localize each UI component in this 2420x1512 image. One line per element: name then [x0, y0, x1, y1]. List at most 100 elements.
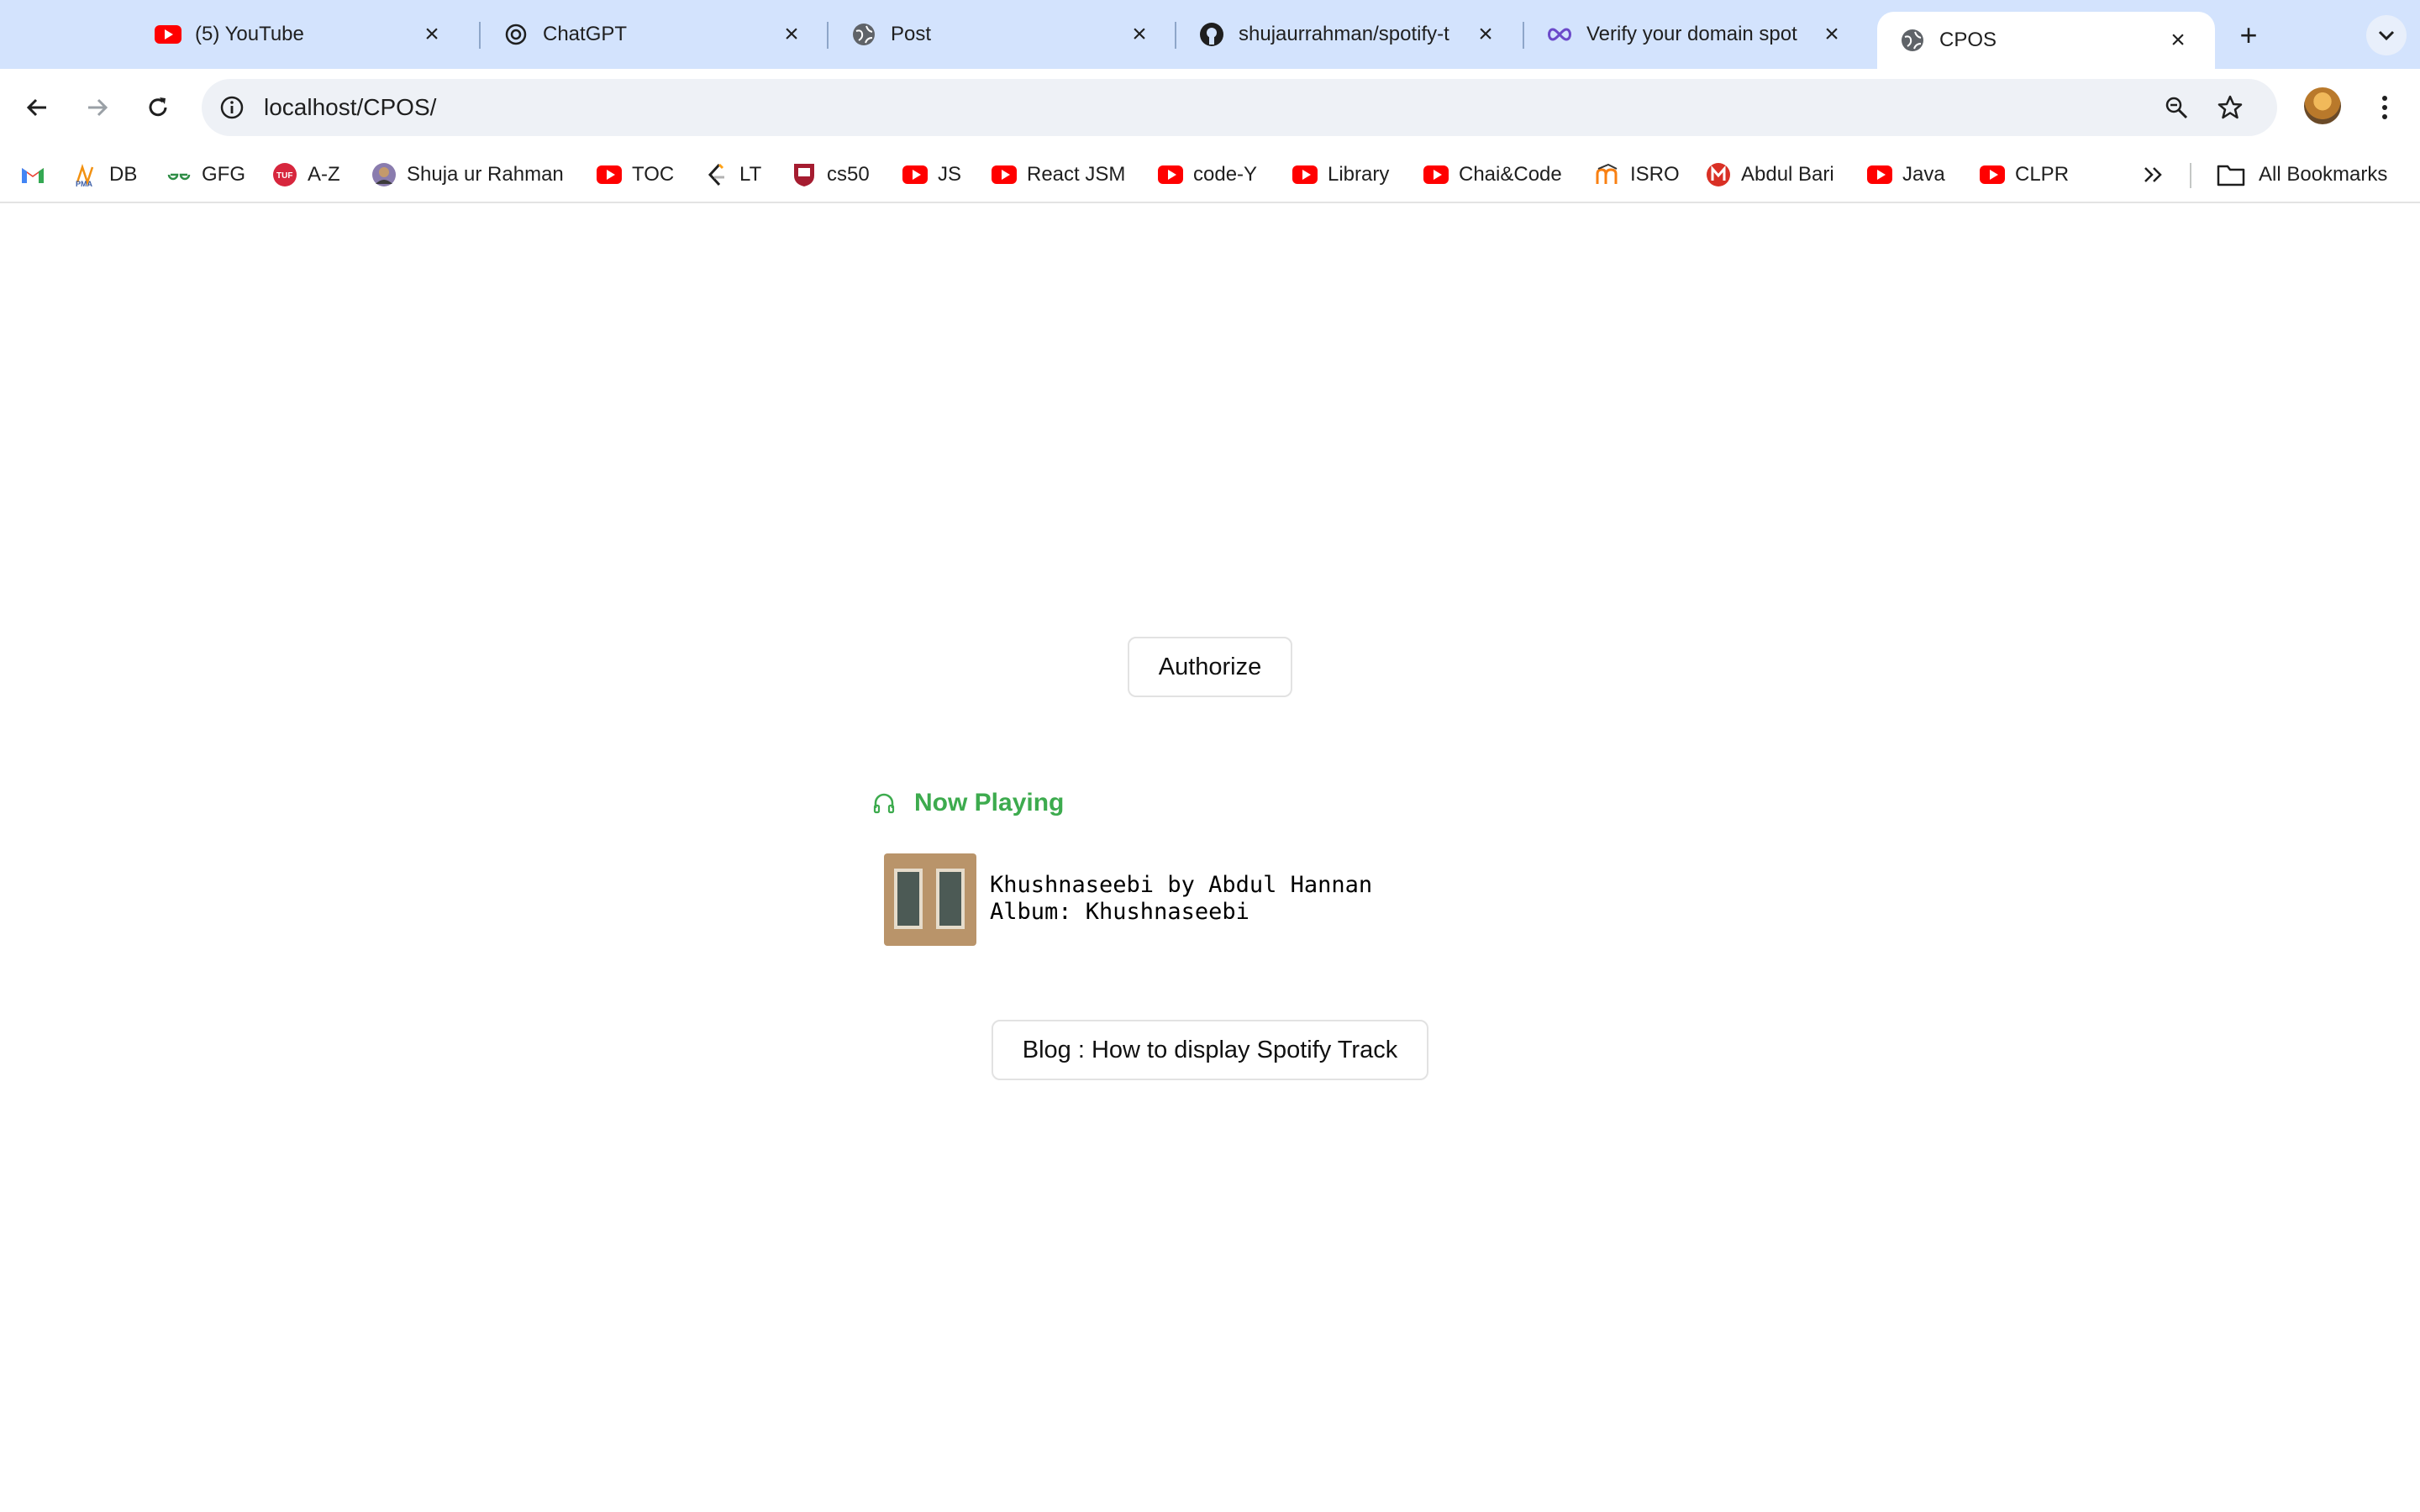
bookmark-react-jsm[interactable]: React JSM [992, 156, 1125, 193]
profile-avatar[interactable] [2304, 87, 2341, 124]
svg-text:TUF: TUF [276, 171, 292, 181]
chatgpt-icon [502, 21, 529, 48]
svg-text:PMA: PMA [76, 180, 93, 187]
album-art-window [894, 869, 923, 929]
tab-strip: (5) YouTube × ChatGPT × Post × shujaurra… [0, 0, 2420, 69]
bookmark-a-z[interactable]: TUF A-Z [272, 156, 340, 193]
authorize-button[interactable]: Authorize [1128, 637, 1292, 697]
zoom-icon[interactable] [2160, 91, 2193, 124]
infinity-icon [1546, 21, 1573, 48]
tab-verify-domain[interactable]: Verify your domain spot × [1524, 10, 1869, 59]
close-icon[interactable]: × [776, 19, 807, 50]
new-tab-button[interactable]: + [2230, 17, 2267, 54]
bookmark-java[interactable]: Java [1867, 156, 1945, 193]
close-icon[interactable]: × [1124, 19, 1155, 50]
bookmark-label: JS [938, 163, 962, 186]
bookmark-shuja-ur-rahman[interactable]: Shuja ur Rahman [371, 156, 564, 193]
reload-button[interactable] [136, 86, 180, 129]
all-bookmarks-button[interactable]: All Bookmarks [2217, 156, 2387, 193]
bookmark-label: A-Z [308, 163, 340, 186]
bookmark-label: Library [1328, 163, 1390, 186]
track-title-artist: Khushnaseebi by Abdul Hannan [990, 872, 1373, 898]
close-icon[interactable]: × [417, 19, 447, 50]
chevron-down-icon [2378, 30, 2395, 41]
back-button[interactable] [15, 86, 59, 129]
bookmark-isro[interactable]: ISRO [1595, 156, 1680, 193]
youtube-icon [1423, 162, 1449, 187]
tab-chatgpt[interactable]: ChatGPT × [481, 10, 829, 59]
site-info-icon[interactable] [215, 91, 249, 124]
bari-icon [1706, 162, 1731, 187]
bookmark-label: DB [109, 163, 138, 186]
more-bookmarks-button[interactable] [2134, 156, 2171, 193]
browser-toolbar [0, 69, 2420, 146]
bookmark-js[interactable]: JS [902, 156, 961, 193]
bookmark-label: Abdul Bari [1741, 163, 1834, 186]
track-album: Album: Khushnaseebi [990, 899, 1249, 925]
bookmark-label: code-Y [1193, 163, 1258, 186]
tab-cpos[interactable]: CPOS × [1877, 12, 2215, 69]
url-input[interactable] [264, 79, 1776, 136]
tab-youtube[interactable]: (5) YouTube × [133, 10, 469, 59]
bookmark-label: TOC [632, 163, 675, 186]
bookmark-cs50[interactable]: cs50 [792, 156, 870, 193]
youtube-icon [902, 162, 928, 187]
bookmark-abdul-bari[interactable]: Abdul Bari [1706, 156, 1834, 193]
pma-icon: PMA [74, 162, 99, 187]
bookmark-label: Shuja ur Rahman [407, 163, 564, 186]
avatar-icon [371, 162, 397, 187]
bookmark-chai-and-code[interactable]: Chai&Code [1423, 156, 1562, 193]
youtube-icon [1158, 162, 1183, 187]
browser-menu-button[interactable] [2365, 86, 2405, 129]
bookmark-label: cs50 [827, 163, 870, 186]
bookmark-toc[interactable]: TOC [597, 156, 674, 193]
bookmark-label: GFG [202, 163, 245, 186]
bookmark-label: Java [1902, 163, 1945, 186]
bookmark-lt[interactable]: LT [704, 156, 761, 193]
folder-icon [2217, 162, 2245, 187]
harvard-icon [792, 162, 817, 187]
close-icon[interactable]: × [2163, 25, 2193, 55]
tab-post[interactable]: Post × [829, 10, 1176, 59]
close-icon[interactable]: × [1817, 19, 1847, 50]
now-playing-header: Now Playing [872, 786, 1064, 820]
now-playing-track: Khushnaseebi by Abdul Hannan Album: Khus… [884, 853, 1439, 946]
album-art-window [936, 869, 965, 929]
bookmark-label: React JSM [1027, 163, 1126, 186]
forward-button[interactable] [76, 86, 119, 129]
gfg-icon [166, 162, 192, 187]
blog-link-button[interactable]: Blog : How to display Spotify Track [992, 1020, 1428, 1080]
youtube-icon [1867, 162, 1892, 187]
bookmark-library[interactable]: Library [1292, 156, 1389, 193]
leetcode-icon [704, 162, 729, 187]
track-meta: Khushnaseebi by Abdul Hannan Album: Khus… [990, 872, 1372, 926]
youtube-icon [155, 21, 182, 48]
address-bar[interactable] [202, 79, 2277, 136]
gmail-icon [20, 162, 45, 187]
reload-icon [149, 97, 167, 117]
bookmark-label: ISRO [1630, 163, 1680, 186]
moodle-icon [1595, 162, 1620, 187]
bookmark-label: Chai&Code [1459, 163, 1562, 186]
headphones-icon [872, 791, 896, 815]
tab-title: Verify your domain spot [1586, 23, 1797, 45]
tab-github[interactable]: shujaurrahman/spotify-t × [1176, 10, 1523, 59]
tab-title: CPOS [1939, 29, 1997, 51]
bookmark-star-icon[interactable] [2213, 91, 2247, 124]
close-icon[interactable]: × [1470, 19, 1501, 50]
bookmarks-divider [2190, 163, 2191, 188]
tab-title: shujaurrahman/spotify-t [1239, 23, 1449, 45]
tab-title: Post [891, 23, 932, 45]
tab-search-button[interactable] [2366, 15, 2407, 55]
bookmark-code-y[interactable]: code-Y [1158, 156, 1257, 193]
bookmark-gfg[interactable]: GFG [166, 156, 245, 193]
chevron-double-right-icon [2144, 167, 2162, 182]
bookmarks-bar: PMA DB GFG TUF A-Z Shuja ur Rahman TOC L… [0, 146, 2420, 203]
kebab-menu-icon [2382, 96, 2387, 119]
bookmark-db[interactable]: PMA DB [74, 156, 137, 193]
bookmark-gmail[interactable] [20, 156, 55, 193]
bookmark-clpr[interactable]: CLPR [1980, 156, 2069, 193]
arrow-left-icon [26, 98, 46, 117]
youtube-icon [597, 162, 622, 187]
youtube-icon [992, 162, 1017, 187]
